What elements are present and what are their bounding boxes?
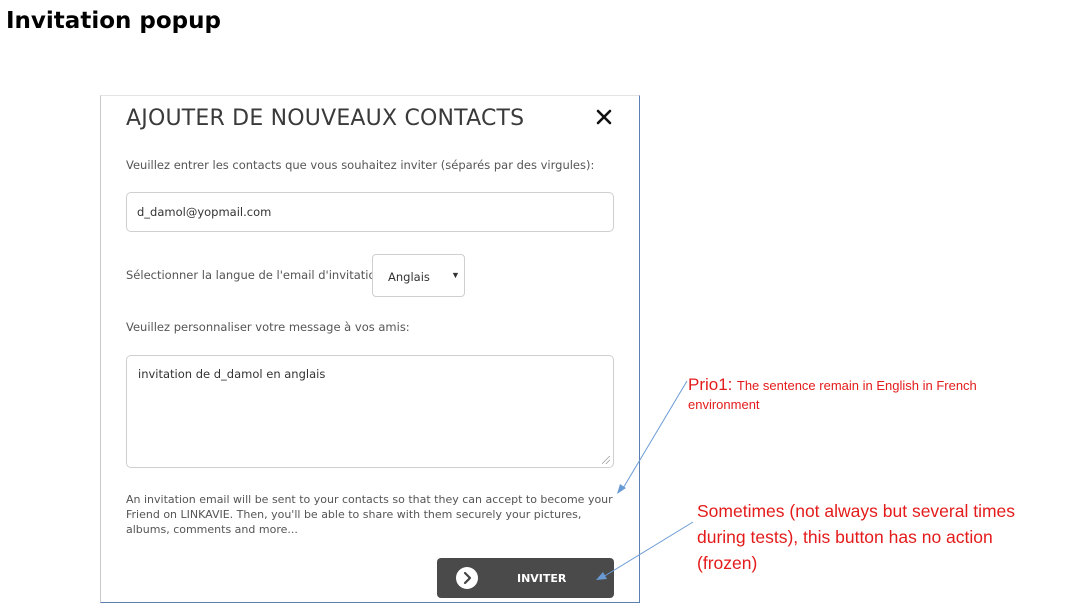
annotation-arrow-2 [602, 521, 694, 578]
annotation-frozen-button: Sometimes (not always but several times … [697, 501, 1016, 573]
prio-label: Prio1: [688, 375, 733, 394]
annotation-prio1: Prio1: The sentence remain in English in… [688, 375, 1018, 414]
annotation-arrow-1 [621, 380, 688, 491]
prio-text: The sentence remain in English in French [736, 378, 977, 393]
prio-text-2: environment [688, 397, 760, 412]
